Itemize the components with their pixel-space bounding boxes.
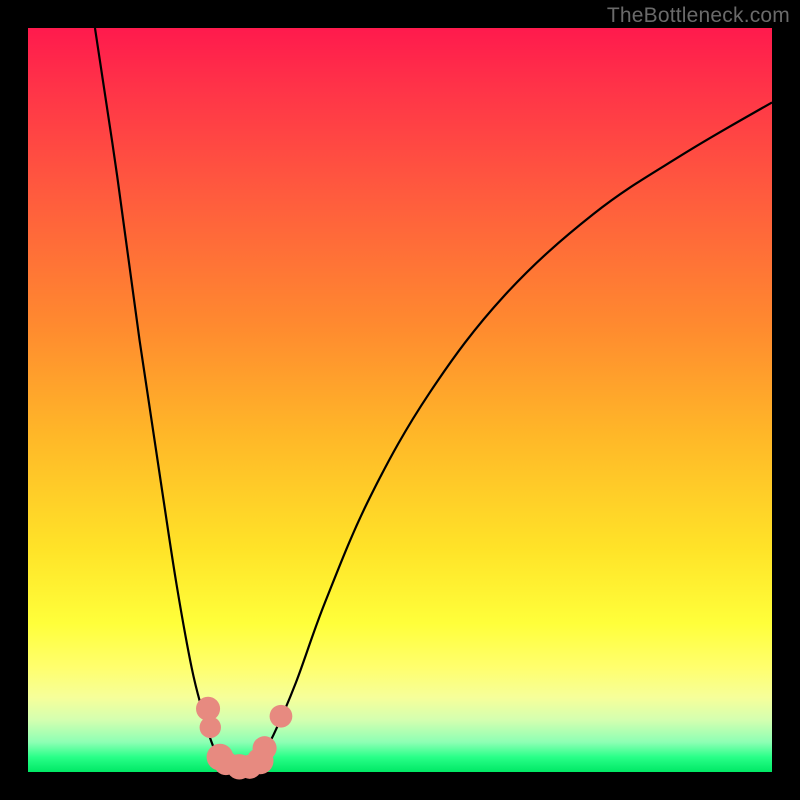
outer-frame: TheBottleneck.com bbox=[0, 0, 800, 800]
chart-svg bbox=[28, 28, 772, 772]
watermark-text: TheBottleneck.com bbox=[607, 4, 790, 28]
marker-m2 bbox=[200, 717, 221, 738]
left-branch-curve bbox=[95, 28, 229, 770]
plot-area bbox=[28, 28, 772, 772]
marker-m9 bbox=[270, 705, 293, 728]
marker-m8 bbox=[253, 736, 277, 760]
right-branch-curve bbox=[251, 102, 772, 769]
